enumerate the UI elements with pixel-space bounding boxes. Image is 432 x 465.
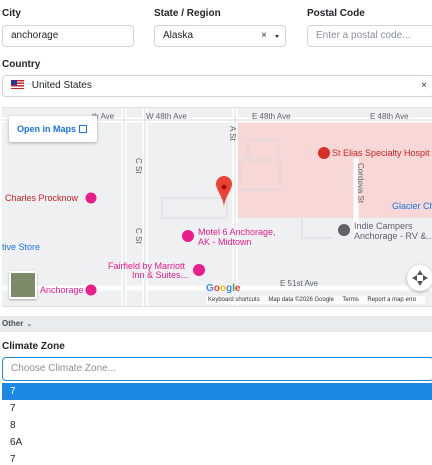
keyboard-shortcuts-link[interactable]: Keyboard shortcuts — [208, 297, 260, 303]
postal-code-label: Postal Code — [307, 8, 365, 19]
street-label: C St — [134, 158, 143, 174]
location-pin-icon[interactable] — [216, 176, 232, 208]
shop-icon[interactable] — [85, 192, 97, 204]
state-select-value: Alaska — [163, 30, 194, 41]
street-label: W 48th Ave — [146, 112, 187, 121]
report-error-link[interactable]: Report a map erro — [367, 297, 416, 303]
map[interactable]: th Ave W 48th Ave E 48th Ave E 48th Ave … — [2, 107, 432, 307]
postal-code-input[interactable]: Enter a postal code... — [307, 25, 432, 47]
climate-zone-select[interactable]: Choose Climate Zone... — [2, 357, 432, 381]
poi-label[interactable]: Anchorage - RV &... — [354, 231, 432, 241]
state-clear-icon[interactable]: × — [261, 26, 267, 46]
dropdown-option[interactable]: 7 — [2, 400, 432, 417]
street-label: E 51st Ave — [280, 279, 319, 288]
street-view-thumbnail[interactable] — [9, 271, 37, 299]
dropdown-option[interactable]: 7 — [2, 383, 432, 400]
poi-label[interactable]: tive Store — [2, 242, 40, 252]
poi-label[interactable]: Indie Campers — [354, 221, 413, 231]
dropdown-option[interactable]: 8 — [2, 417, 432, 434]
postal-code-placeholder: Enter a postal code... — [316, 30, 411, 41]
poi-label[interactable]: Glacier Ch — [392, 201, 432, 211]
chevron-down-icon: ⌄ — [26, 321, 33, 328]
climate-zone-placeholder: Choose Climate Zone... — [11, 363, 117, 374]
state-label: State / Region — [154, 8, 221, 19]
climate-zone-label: Climate Zone — [2, 341, 65, 352]
city-input[interactable]: anchorage — [2, 25, 134, 47]
terms-link[interactable]: Terms — [342, 297, 358, 303]
other-section-toggle[interactable]: Other ⌄ — [0, 316, 432, 332]
open-in-maps-label: Open in Maps — [17, 124, 77, 134]
poi-label[interactable]: Charles Procknow — [5, 193, 79, 203]
other-section-label: Other — [2, 319, 24, 328]
poi-label[interactable]: Inn & Suites... — [132, 270, 188, 280]
street-label: E 48th Ave — [370, 112, 409, 121]
street-label: Cordova St — [356, 163, 365, 204]
poi-label[interactable]: St Elias Specialty Hospit — [332, 148, 430, 158]
country-select[interactable]: United States × — [2, 75, 432, 97]
poi-label[interactable]: Anchorage — [40, 285, 84, 295]
map-data-text: Map data ©2026 Google — [268, 297, 334, 303]
state-select[interactable]: Alaska × — [154, 25, 286, 47]
country-select-value: United States — [31, 80, 92, 91]
street-label: E 48th Ave — [252, 112, 291, 121]
country-clear-icon[interactable]: × — [421, 76, 427, 96]
city-label: City — [2, 8, 21, 19]
place-icon[interactable] — [338, 224, 350, 236]
hotel-icon[interactable] — [193, 264, 205, 276]
poi-label[interactable]: AK - Midtown — [198, 237, 252, 247]
hospital-icon[interactable] — [318, 147, 330, 159]
open-in-maps-button[interactable]: Open in Maps — [9, 116, 97, 142]
street-label: C St — [134, 228, 143, 244]
dropdown-option[interactable]: 7 — [2, 451, 432, 465]
dropdown-option[interactable]: 6A — [2, 434, 432, 451]
map-attribution: Keyboard shortcuts Map data ©2026 Google… — [206, 296, 426, 304]
google-logo: Google — [206, 283, 241, 294]
external-link-icon — [79, 125, 88, 133]
chevron-down-icon[interactable] — [275, 35, 279, 38]
hotel-icon[interactable] — [85, 284, 97, 296]
us-flag-icon — [11, 80, 24, 89]
country-label: Country — [2, 59, 41, 70]
street-label: A St — [228, 126, 237, 141]
climate-zone-dropdown: 7 7 8 6A 7 — [2, 383, 432, 465]
compass-icon[interactable] — [407, 265, 432, 291]
hotel-icon[interactable] — [182, 230, 194, 242]
poi-label[interactable]: Motel 6 Anchorage, — [198, 227, 276, 237]
city-input-value: anchorage — [11, 30, 59, 41]
